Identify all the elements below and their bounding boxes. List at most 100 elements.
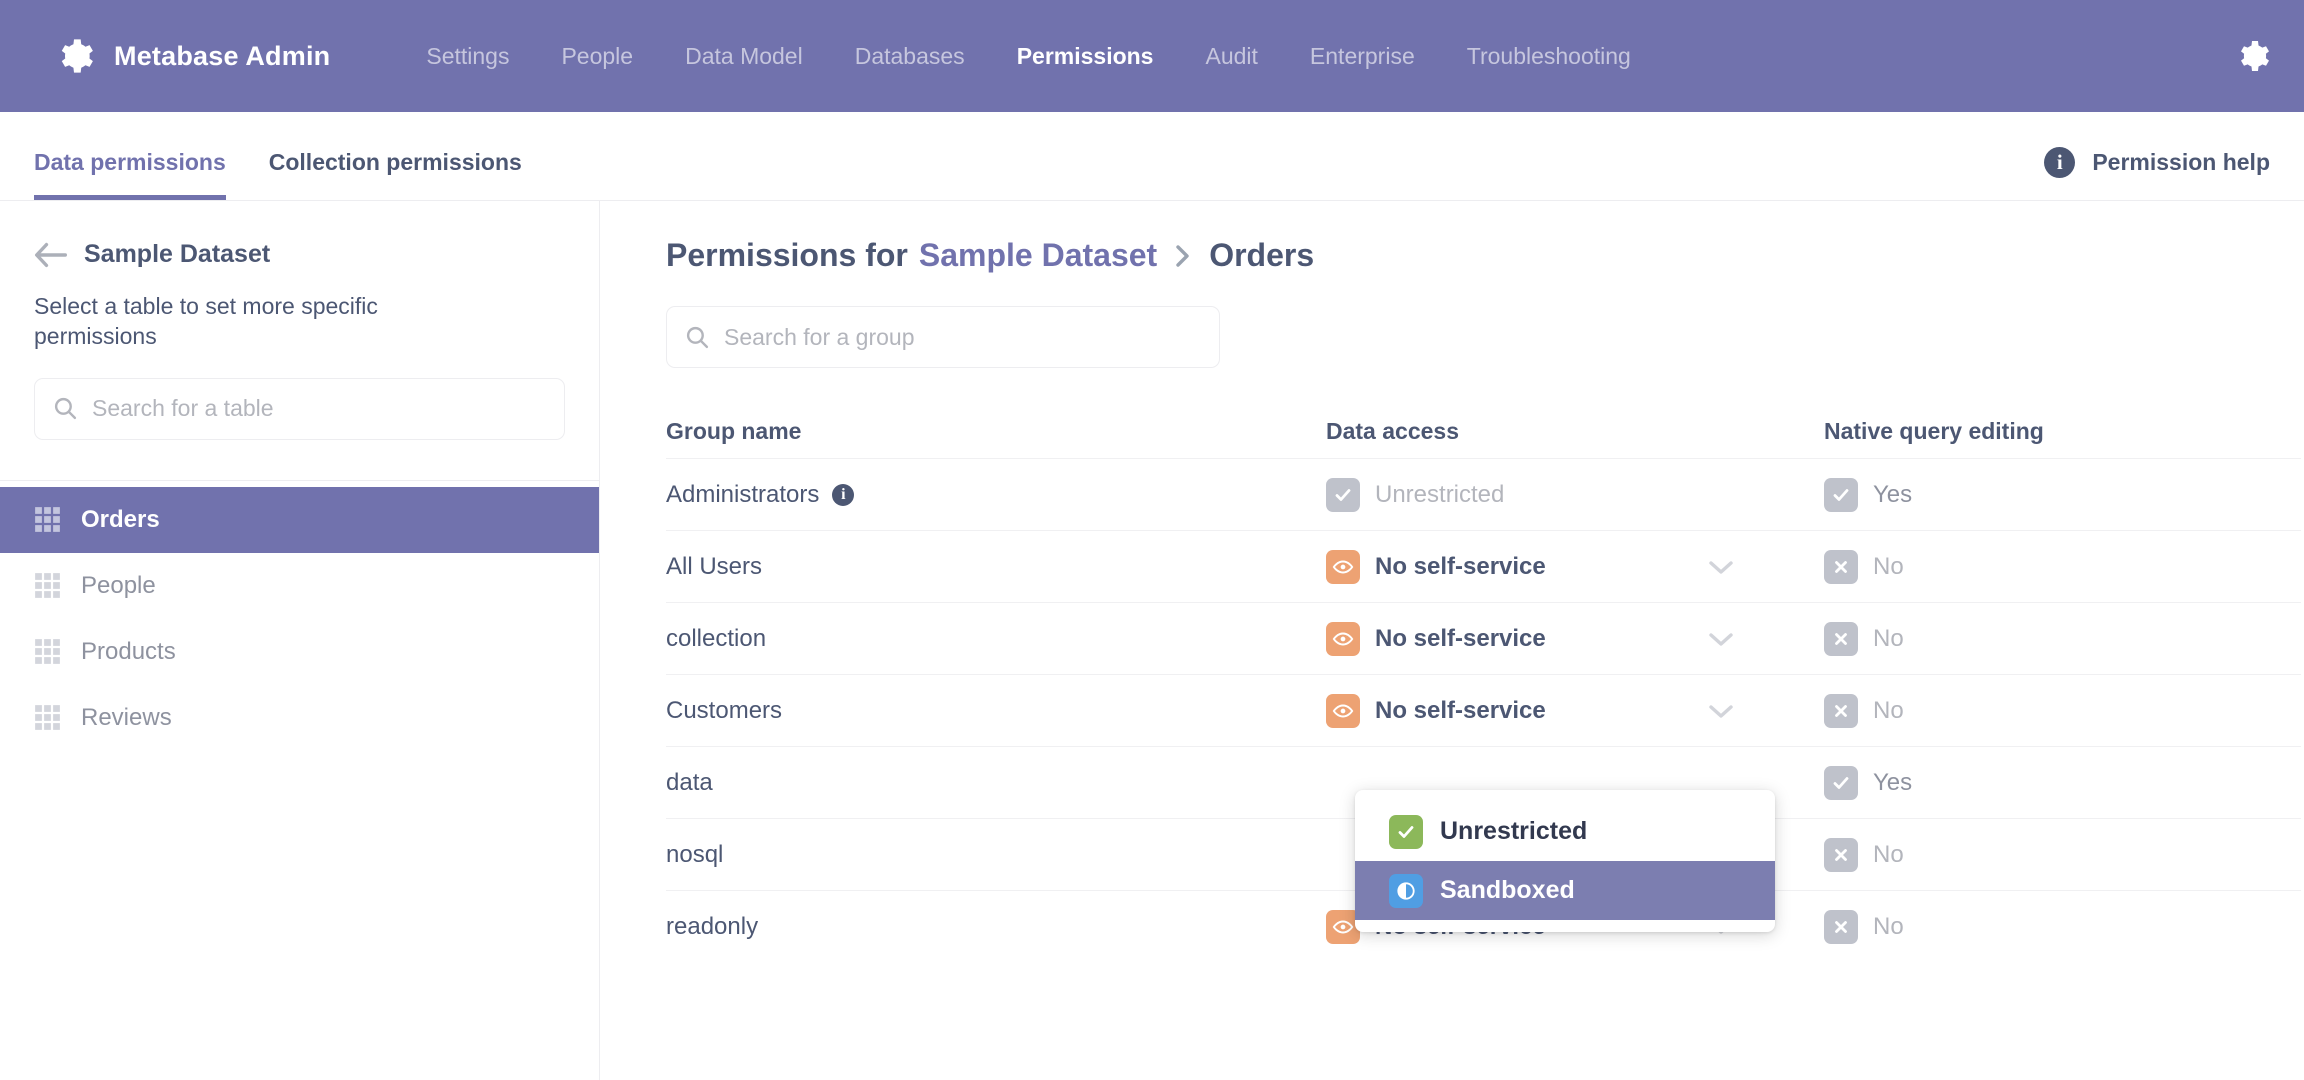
page-title-database-link[interactable]: Sample Dataset xyxy=(919,237,1157,274)
native-query-label: No xyxy=(1873,912,1904,940)
native-query-label: No xyxy=(1873,552,1904,580)
nav-link-troubleshooting[interactable]: Troubleshooting xyxy=(1441,43,1657,70)
eye-icon xyxy=(1326,549,1360,584)
cell-native-query: No xyxy=(1824,549,2244,584)
x-icon xyxy=(1824,693,1858,728)
table-grid-icon xyxy=(35,705,60,731)
nav-link-data-model[interactable]: Data Model xyxy=(659,43,829,70)
nav-link-settings[interactable]: Settings xyxy=(400,43,535,70)
cell-native-query: No xyxy=(1824,621,2244,656)
cell-data-access[interactable]: No self-service xyxy=(1326,621,1824,656)
chevron-right-icon xyxy=(1173,242,1193,270)
permission-help-label: Permission help xyxy=(2092,149,2270,175)
nav-link-databases[interactable]: Databases xyxy=(829,43,991,70)
sidebar-item-people[interactable]: People xyxy=(0,553,599,619)
sidebar-item-products[interactable]: Products xyxy=(0,619,599,685)
column-header-native-query: Native query editing xyxy=(1824,417,2044,444)
sidebar-item-label: Products xyxy=(81,637,176,665)
x-icon xyxy=(1824,909,1858,944)
cell-data-access[interactable]: No self-service xyxy=(1326,549,1824,584)
arrow-left-icon xyxy=(35,242,67,267)
gear-icon xyxy=(61,39,93,73)
permission-help-button[interactable]: i Permission help xyxy=(2044,147,2270,200)
info-icon: i xyxy=(2044,147,2076,178)
nav-link-permissions[interactable]: Permissions xyxy=(991,43,1180,70)
check-icon xyxy=(1824,765,1858,800)
dropdown-option-label: Sandboxed xyxy=(1440,876,1575,904)
sidebar-item-orders[interactable]: Orders xyxy=(0,486,599,553)
sidebar-back-to-database[interactable]: Sample Dataset xyxy=(34,240,565,269)
tab-collection-permissions[interactable]: Collection permissions xyxy=(269,149,522,200)
table-row: All Users No self-service No xyxy=(666,530,2301,602)
page-body: Sample Dataset Select a table to set mor… xyxy=(0,201,2304,1080)
cell-group-name: All Users xyxy=(666,553,1326,581)
table-grid-icon xyxy=(35,507,60,533)
table-grid-icon xyxy=(35,639,60,665)
dropdown-option-sandboxed[interactable]: Sandboxed xyxy=(1355,861,1775,920)
group-name-label: readonly xyxy=(666,912,759,940)
sidebar-item-reviews[interactable]: Reviews xyxy=(0,685,599,751)
cell-native-query: Yes xyxy=(1824,765,2244,800)
group-name-label: Customers xyxy=(666,696,783,724)
search-icon xyxy=(686,326,709,348)
cell-native-query: Yes xyxy=(1824,477,2244,512)
brand-home-link[interactable]: Metabase Admin xyxy=(54,36,330,76)
page-title-table: Orders xyxy=(1209,237,1315,273)
cell-group-name: data xyxy=(666,769,1326,797)
native-query-label: No xyxy=(1873,840,1904,868)
table-header-row: Group name Data access Native query edit… xyxy=(666,404,2301,458)
admin-info-icon[interactable]: i xyxy=(832,483,855,506)
tab-list: Data permissions Collection permissions xyxy=(0,149,522,200)
tables-sidebar: Sample Dataset Select a table to set mor… xyxy=(0,201,600,1080)
settings-gear-icon[interactable] xyxy=(2234,38,2270,74)
cell-group-name: collection xyxy=(666,625,1326,653)
native-query-label: No xyxy=(1873,696,1904,724)
nav-links: Settings People Data Model Databases Per… xyxy=(400,43,1656,70)
dropdown-option-unrestricted[interactable]: Unrestricted xyxy=(1355,802,1775,861)
column-header-group-name: Group name xyxy=(666,417,802,444)
table-row: Administrators i Unrestricted Yes xyxy=(666,458,2301,530)
group-search-input[interactable]: Search for a group xyxy=(666,306,1220,368)
data-access-label: No self-service xyxy=(1375,696,1546,724)
brand-title: Metabase Admin xyxy=(114,40,331,71)
sidebar-description: Select a table to set more specific perm… xyxy=(34,293,378,350)
permissions-tab-bar: Data permissions Collection permissions … xyxy=(0,112,2304,201)
data-access-label: Unrestricted xyxy=(1375,480,1505,508)
group-name-label: collection xyxy=(666,624,767,652)
nav-link-enterprise[interactable]: Enterprise xyxy=(1284,43,1441,70)
group-name-label: Administrators xyxy=(666,480,820,508)
chevron-down-icon[interactable] xyxy=(1708,559,1734,575)
sidebar-database-name: Sample Dataset xyxy=(84,240,271,268)
nav-link-audit[interactable]: Audit xyxy=(1179,43,1283,70)
eye-icon xyxy=(1326,621,1360,656)
data-access-label: No self-service xyxy=(1375,624,1546,652)
native-query-label: Yes xyxy=(1873,768,1913,796)
cell-group-name: Administrators i xyxy=(666,481,1326,509)
cell-data-access[interactable]: No self-service xyxy=(1326,693,1824,728)
x-icon xyxy=(1824,837,1858,872)
eye-icon xyxy=(1326,693,1360,728)
table-search-input[interactable]: Search for a table xyxy=(34,377,565,440)
chevron-down-icon[interactable] xyxy=(1708,631,1734,647)
tab-data-permissions[interactable]: Data permissions xyxy=(34,149,226,200)
check-icon xyxy=(1326,477,1360,512)
table-search-placeholder: Search for a table xyxy=(92,395,274,422)
nav-link-people[interactable]: People xyxy=(535,43,659,70)
group-name-label: All Users xyxy=(666,552,763,580)
data-access-label: No self-service xyxy=(1375,552,1546,580)
sidebar-item-label: Orders xyxy=(81,505,160,533)
search-icon xyxy=(54,398,77,420)
chevron-down-icon[interactable] xyxy=(1708,703,1734,719)
x-icon xyxy=(1824,621,1858,656)
data-access-dropdown-menu: Unrestricted Sandboxed xyxy=(1355,790,1775,932)
group-name-label: data xyxy=(666,768,713,796)
permissions-main-panel: Permissions for Sample Dataset Orders Se… xyxy=(600,201,2304,1080)
x-icon xyxy=(1824,549,1858,584)
check-icon xyxy=(1824,477,1858,512)
sidebar-table-list: Orders People Products Reviews xyxy=(0,481,599,751)
page-title: Permissions for Sample Dataset Orders xyxy=(666,237,2304,274)
group-name-label: nosql xyxy=(666,840,724,868)
cell-native-query: No xyxy=(1824,693,2244,728)
table-row: Customers No self-service No xyxy=(666,674,2301,746)
native-query-label: No xyxy=(1873,624,1904,652)
